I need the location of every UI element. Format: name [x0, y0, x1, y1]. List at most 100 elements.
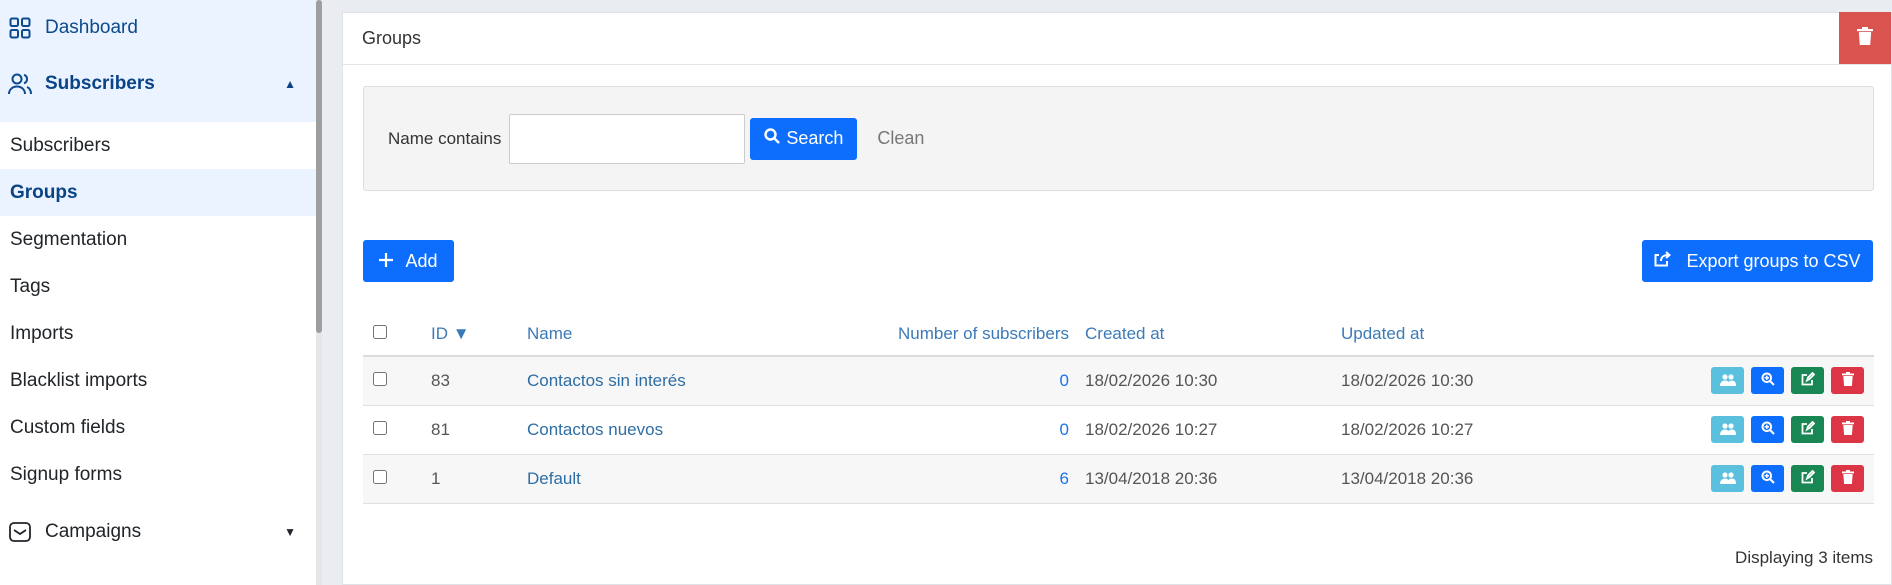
- header-delete-button[interactable]: [1839, 12, 1891, 64]
- groups-table: ID ▼ Name Number of subscribers Created …: [363, 313, 1874, 504]
- row-created: 13/04/2018 20:36: [1077, 454, 1341, 504]
- users-icon: [1719, 469, 1736, 489]
- sidebar-item-blacklist-imports[interactable]: Blacklist imports: [0, 357, 316, 404]
- group-name-link[interactable]: Contactos nuevos: [527, 420, 663, 439]
- row-actions: [1671, 356, 1874, 406]
- row-checkbox[interactable]: [373, 371, 387, 386]
- edit-group-button[interactable]: [1791, 416, 1824, 443]
- table-row[interactable]: 1 Default 6 13/04/2018 20:36 13/04/2018 20:3…: [363, 454, 1874, 504]
- row-id: 83: [431, 356, 527, 406]
- sidebar-item-campaigns-label: Campaigns: [45, 521, 142, 542]
- sidebar-item-label: Subscribers: [10, 134, 111, 156]
- clean-link[interactable]: Clean: [877, 128, 924, 149]
- plus-icon: [379, 251, 394, 272]
- row-updated: 13/04/2018 20:36: [1341, 454, 1671, 504]
- sidebar-item-segmentation[interactable]: Segmentation: [0, 216, 316, 263]
- row-actions: [1671, 454, 1874, 504]
- column-header-updated[interactable]: Updated at: [1341, 313, 1671, 357]
- sidebar-item-label: Segmentation: [10, 228, 128, 250]
- sidebar-item-dashboard-label: Dashboard: [45, 17, 138, 38]
- row-checkbox-cell: [363, 356, 431, 406]
- sidebar-item-subscribers-section-label: Subscribers: [45, 73, 155, 94]
- table-row[interactable]: 83 Contactos sin interés 0 18/02/2026 10:30…: [363, 356, 1874, 406]
- edit-group-button[interactable]: [1791, 465, 1824, 492]
- sidebar-item-label: Imports: [10, 322, 74, 344]
- view-group-button[interactable]: [1751, 416, 1784, 443]
- sidebar: Dashboard Subscribers ▲ Subscribers Grou…: [0, 0, 316, 585]
- row-name-cell: Contactos nuevos: [527, 405, 797, 455]
- zoom-in-icon: [1761, 420, 1775, 440]
- trash-icon: [1841, 371, 1854, 391]
- trash-icon: [1841, 469, 1854, 489]
- users-icon: [1719, 371, 1736, 391]
- chevron-up-icon: ▲: [284, 77, 296, 91]
- row-subscribers-cell: 0: [797, 405, 1077, 455]
- sidebar-item-subscribers-section[interactable]: Subscribers ▲: [0, 56, 316, 112]
- sidebar-item-label: Groups: [10, 181, 78, 203]
- row-name-cell: Default: [527, 454, 797, 504]
- mail-icon: [8, 520, 32, 544]
- dashboard-grid-icon: [8, 16, 32, 40]
- view-subscribers-button[interactable]: [1711, 367, 1744, 395]
- group-name-link[interactable]: Default: [527, 469, 581, 488]
- table-row[interactable]: 81 Contactos nuevos 0 18/02/2026 10:27 18/02…: [363, 405, 1874, 455]
- name-filter-label: Name contains: [388, 128, 502, 148]
- export-button-label: Export groups to CSV: [1686, 250, 1861, 271]
- sidebar-item-dashboard[interactable]: Dashboard: [0, 0, 316, 56]
- view-subscribers-button[interactable]: [1711, 416, 1744, 443]
- groups-card: Groups Name contains Search Clean Add Ex…: [342, 12, 1892, 585]
- subscriber-count-link[interactable]: 6: [1060, 469, 1069, 488]
- sidebar-scrollbar-thumb[interactable]: [316, 0, 322, 333]
- row-id: 1: [431, 454, 527, 504]
- users-icon: [1719, 420, 1736, 440]
- view-subscribers-button[interactable]: [1711, 465, 1744, 492]
- row-checkbox-cell: [363, 405, 431, 455]
- delete-group-button[interactable]: [1831, 416, 1864, 443]
- sidebar-item-custom-fields[interactable]: Custom fields: [0, 404, 316, 451]
- sidebar-item-groups[interactable]: Groups: [0, 169, 316, 216]
- search-button-label: Search: [786, 128, 844, 148]
- sidebar-item-campaigns[interactable]: Campaigns ▼: [0, 504, 316, 560]
- edit-group-button[interactable]: [1791, 367, 1824, 395]
- trash-icon: [1857, 26, 1873, 50]
- add-button-label: Add: [405, 250, 438, 271]
- select-all-header: [363, 313, 431, 357]
- delete-group-button[interactable]: [1831, 367, 1864, 395]
- edit-icon: [1801, 371, 1815, 391]
- sidebar-item-label: Blacklist imports: [10, 369, 148, 391]
- page-title: Groups: [362, 28, 422, 48]
- group-name-link[interactable]: Contactos sin interés: [527, 371, 686, 390]
- table-header-row: ID ▼ Name Number of subscribers Created …: [363, 313, 1874, 357]
- pagination-summary: Displaying 3 items: [1735, 548, 1873, 567]
- sidebar-item-subscribers[interactable]: Subscribers: [0, 122, 316, 169]
- column-header-created[interactable]: Created at: [1077, 313, 1341, 357]
- delete-group-button[interactable]: [1831, 465, 1864, 492]
- chevron-down-icon: ▼: [284, 525, 296, 539]
- subscriber-count-link[interactable]: 0: [1060, 371, 1069, 390]
- sidebar-top-section: Dashboard Subscribers ▲: [0, 0, 316, 122]
- view-group-button[interactable]: [1751, 465, 1784, 492]
- card-header: Groups: [343, 12, 1891, 65]
- row-checkbox[interactable]: [373, 420, 387, 435]
- row-checkbox-cell: [363, 454, 431, 504]
- search-icon: [764, 128, 781, 149]
- search-button[interactable]: Search: [750, 117, 858, 160]
- sidebar-item-tags[interactable]: Tags: [0, 263, 316, 310]
- row-checkbox[interactable]: [373, 469, 387, 484]
- filter-panel: Name contains Search Clean: [363, 86, 1874, 191]
- column-header-subscribers[interactable]: Number of subscribers: [797, 313, 1077, 357]
- name-contains-input[interactable]: [509, 113, 746, 164]
- add-group-button[interactable]: Add: [363, 240, 454, 282]
- row-created: 18/02/2026 10:30: [1077, 356, 1341, 406]
- sidebar-item-label: Tags: [10, 275, 51, 297]
- row-subscribers-cell: 6: [797, 454, 1077, 504]
- sidebar-item-signup-forms[interactable]: Signup forms: [0, 451, 316, 498]
- select-all-checkbox[interactable]: [373, 325, 387, 339]
- column-header-id[interactable]: ID ▼: [431, 313, 527, 357]
- view-group-button[interactable]: [1751, 367, 1784, 395]
- sidebar-item-imports[interactable]: Imports: [0, 310, 316, 357]
- row-subscribers-cell: 0: [797, 356, 1077, 406]
- subscriber-count-link[interactable]: 0: [1060, 420, 1069, 439]
- column-header-name[interactable]: Name: [527, 313, 797, 357]
- export-csv-button[interactable]: Export groups to CSV: [1642, 240, 1873, 282]
